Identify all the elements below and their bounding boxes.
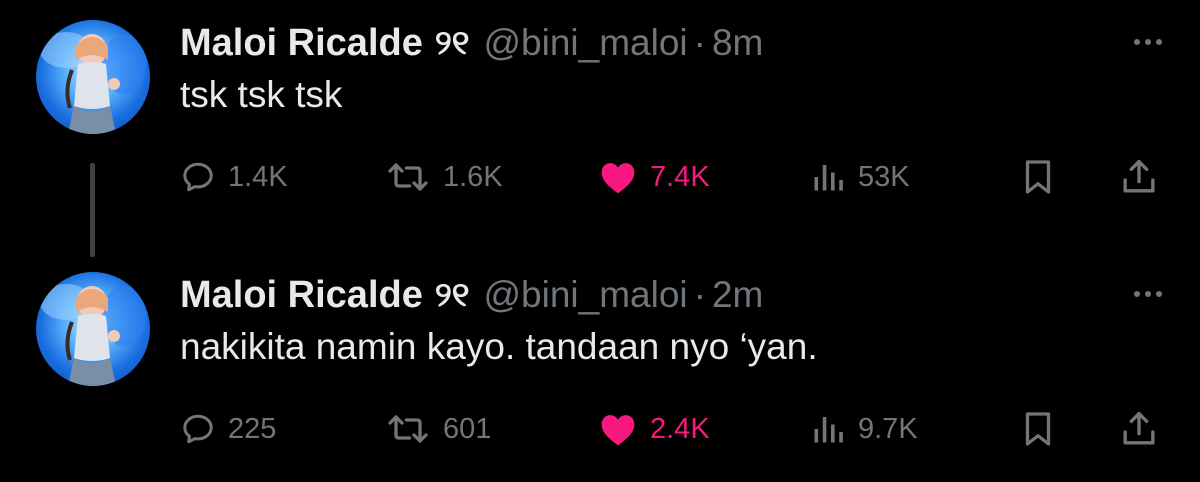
views-count: 53K [858, 160, 910, 193]
repost-button[interactable]: 1.6K [385, 152, 503, 202]
views-bar-chart-icon [814, 417, 843, 443]
action-bar: 1.4K 1.6K 7.4K 53K [180, 152, 1170, 202]
avatar[interactable] [36, 272, 150, 386]
repost-button[interactable]: 601 [385, 404, 491, 454]
thread-line [90, 163, 95, 257]
views-button[interactable]: 9.7K [810, 404, 918, 454]
heart-filled-icon [601, 163, 635, 194]
author-name[interactable]: Maloi Ricalde [180, 274, 423, 317]
like-button[interactable]: 2.4K [598, 404, 710, 454]
like-button[interactable]: 7.4K [598, 152, 710, 202]
heart-filled-icon [601, 415, 635, 446]
share-upload-icon [1123, 159, 1155, 193]
separator-dot: · [693, 274, 706, 315]
timestamp[interactable]: 8m [712, 22, 763, 64]
separator-dot: · [693, 22, 706, 63]
author-handle[interactable]: @bini_maloi [484, 274, 688, 316]
views-button[interactable]: 53K [810, 152, 910, 202]
like-count: 7.4K [650, 160, 710, 193]
repost-arrows-icon [388, 415, 428, 443]
share-button[interactable] [1120, 404, 1158, 454]
author-name-emoji: ୨୧ [434, 23, 470, 62]
reply-count: 1.4K [228, 160, 288, 193]
bookmark-icon [1025, 160, 1051, 194]
reply-button[interactable]: 1.4K [180, 152, 288, 202]
timestamp[interactable]: 2m [712, 274, 763, 316]
tweet-header: Maloi Ricalde ୨୧ @bini_maloi · 8m [180, 18, 763, 68]
reply-bubble-icon [183, 414, 213, 444]
views-count: 9.7K [858, 412, 918, 445]
more-dots-icon [1134, 291, 1162, 297]
action-bar: 225 601 2.4K 9.7K [180, 404, 1170, 454]
views-bar-chart-icon [814, 165, 843, 191]
bookmark-icon [1025, 412, 1051, 446]
avatar-image [40, 284, 146, 386]
more-button[interactable] [1126, 32, 1170, 52]
more-button[interactable] [1126, 284, 1170, 304]
reply-count: 225 [228, 412, 277, 445]
tweet[interactable]: Maloi Ricalde ୨୧ @bini_maloi · 8m tsk ts… [0, 0, 1200, 257]
bookmark-button[interactable] [1020, 152, 1056, 202]
tweet-text: tsk tsk tsk [180, 74, 343, 115]
like-count: 2.4K [650, 412, 710, 445]
more-dots-icon [1134, 39, 1162, 45]
repost-count: 601 [443, 412, 492, 445]
repost-count: 1.6K [443, 160, 503, 193]
tweet-header: Maloi Ricalde ୨୧ @bini_maloi · 2m [180, 270, 763, 320]
reply-button[interactable]: 225 [180, 404, 276, 454]
author-name-emoji: ୨୧ [434, 275, 470, 314]
share-button[interactable] [1120, 152, 1158, 202]
repost-arrows-icon [388, 163, 428, 191]
share-upload-icon [1123, 411, 1155, 445]
avatar[interactable] [36, 20, 150, 134]
bookmark-button[interactable] [1020, 404, 1056, 454]
tweet[interactable]: Maloi Ricalde ୨୧ @bini_maloi · 2m nakiki… [0, 252, 1200, 482]
tweet-text: nakikita namin kayo. tandaan nyo ‘yan. [180, 326, 818, 367]
author-name[interactable]: Maloi Ricalde [180, 22, 423, 65]
avatar-image [40, 32, 146, 134]
reply-bubble-icon [183, 162, 213, 192]
author-handle[interactable]: @bini_maloi [484, 22, 688, 64]
